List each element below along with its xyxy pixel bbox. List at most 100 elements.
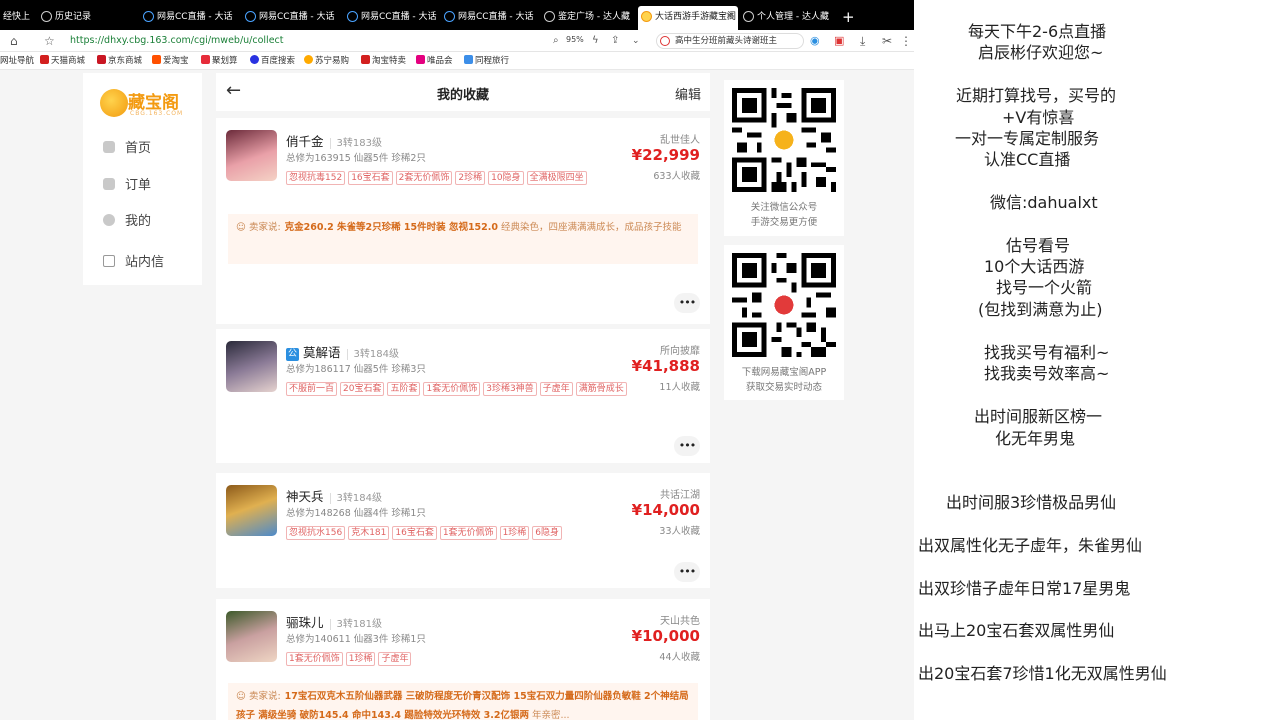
tab-bar: 经快上 历史记录 网易CC直播 - 大话 网易CC直播 - 大话 网易CC直播 … — [0, 0, 914, 30]
bookmark-label: 苏宁易购 — [315, 56, 350, 66]
character-avatar[interactable] — [226, 130, 277, 181]
bookmark-label: 淘宝特卖 — [372, 56, 407, 66]
favorite-count: 33人收藏 — [659, 526, 700, 537]
suning-icon — [304, 55, 313, 64]
bookmark-item[interactable]: 聚划算 — [201, 55, 238, 67]
more-options-button[interactable]: ••• — [674, 562, 700, 582]
tab-cc-4[interactable]: 网易CC直播 - 大话 — [441, 6, 539, 28]
zoom-level[interactable]: 95% — [566, 35, 584, 44]
character-avatar[interactable] — [226, 611, 277, 662]
character-stats: 总修为186117 仙器5件 珍稀3只 — [286, 364, 426, 375]
bookmark-item[interactable]: 网址导航 — [0, 55, 34, 67]
jd-icon — [97, 55, 106, 64]
favorite-count: 633人收藏 — [653, 171, 700, 182]
app-qr-code[interactable] — [732, 253, 836, 357]
overlay-line: 出双属性化无子虚年，朱雀男仙 — [918, 536, 1143, 555]
nav-item-orders[interactable]: 订单 — [103, 177, 151, 195]
app-qr-caption: 下载网易藏宝阁APP 获取交易实时动态 — [724, 365, 844, 395]
bookmark-label: 同程旅行 — [475, 56, 510, 66]
tab-appraisal[interactable]: 鉴定广场 - 达人藏 — [541, 6, 637, 28]
home-icon[interactable]: ⌂ — [10, 33, 18, 49]
lightning-icon[interactable]: ϟ — [592, 33, 599, 49]
tmall-icon — [40, 55, 49, 64]
tools-icon[interactable]: ✂ — [882, 33, 892, 49]
address-bar: ⌂ ☆ https://dhxy.cbg.163.com/cgi/mweb/u/… — [0, 30, 914, 52]
listing-card[interactable]: 骊珠儿 3转181级 总修为140611 仙器3件 珍稀1只 1套无价佩饰 1珍稀子… — [216, 599, 710, 720]
tag-list: 1套无价佩饰 1珍稀 子虚年 — [286, 647, 641, 670]
bookmark-label: 京东商城 — [108, 56, 143, 66]
more-options-button[interactable]: ••• — [674, 436, 700, 456]
tab-cc-1[interactable]: 网易CC直播 - 大话 — [140, 6, 238, 28]
bookmark-item[interactable]: 百度搜索 — [250, 55, 295, 67]
listing-card[interactable]: 神天兵 3转184级 总修为148268 仙器4件 珍稀1只 忽视抗水156 克木1… — [216, 473, 710, 588]
name-text: 莫解语 — [303, 345, 341, 360]
character-name[interactable]: 骊珠儿 3转181级 — [286, 612, 382, 631]
tab-cc-2[interactable]: 网易CC直播 - 大话 — [242, 6, 340, 28]
seller-note-label: ☺ 卖家说: — [236, 691, 281, 702]
character-name[interactable]: 神天兵 3转184级 — [286, 486, 382, 505]
seller-note: ☺ 卖家说: 克金260.2 朱雀等2只珍稀 15件时装 忽视152.0 经典染色… — [228, 214, 698, 264]
star-icon[interactable]: ☆ — [44, 33, 55, 49]
seller-note-highlight: 克金260.2 朱雀等2只珍稀 15件时装 忽视152.0 — [284, 222, 498, 233]
listing-card[interactable]: 公莫解语 3转184级 总修为186117 仙器5件 珍稀3只 不服前一百 20宝石… — [216, 329, 710, 463]
extension-icon[interactable]: ◉ — [810, 33, 820, 49]
url-field[interactable]: https://dhxy.cbg.163.com/cgi/mweb/u/coll… — [70, 34, 283, 48]
tag: 全满极限四坐 — [526, 171, 587, 185]
baidu-icon — [250, 55, 259, 64]
bookmark-item[interactable]: 京东商城 — [97, 55, 142, 67]
bookmark-label: 爱淘宝 — [163, 56, 189, 66]
official-badge-icon: 公 — [286, 348, 299, 361]
tab-cbg-active[interactable]: 大话西游手游藏宝阁 ✕ — [638, 6, 738, 30]
globe-icon — [444, 11, 455, 22]
bookmark-item[interactable]: 淘宝特卖 — [361, 55, 406, 67]
overlay-line: 出马上20宝石套双属性男仙 — [918, 621, 1115, 640]
bookmark-item[interactable]: 同程旅行 — [464, 55, 509, 67]
overlay-line: 认准CC直播 — [984, 150, 1071, 169]
character-name[interactable]: 俏千金 3转183级 — [286, 131, 382, 150]
tab-0[interactable]: 经快上 — [0, 6, 30, 28]
overlay-line: 化无年男鬼 — [995, 429, 1076, 448]
favorite-count: 11人收藏 — [659, 382, 700, 393]
search-icon[interactable]: ⌕ — [553, 33, 559, 49]
tab-history[interactable]: 历史记录 — [38, 6, 134, 28]
new-tab-button[interactable]: + — [842, 8, 855, 26]
tab-label: 鉴定广场 - 达人藏 — [558, 12, 630, 22]
cbg-icon — [641, 11, 652, 22]
extension-red-icon[interactable]: ▣ — [834, 33, 844, 49]
tag: 克木181 — [348, 526, 390, 540]
nav-item-messages[interactable]: 站内信 — [103, 254, 164, 272]
stream-overlay-panel: 每天下午2-6点直播 启辰彬仔欢迎您~ 近期打算找号，买号的 +V有惊喜 一对一… — [914, 0, 1280, 720]
nav-item-home[interactable]: 首页 — [103, 140, 151, 158]
tab-cc-3[interactable]: 网易CC直播 - 大话 — [344, 6, 442, 28]
tag: 1珍稀 — [499, 526, 530, 540]
browser-window: 经快上 历史记录 网易CC直播 - 大话 网易CC直播 - 大话 网易CC直播 … — [0, 0, 914, 720]
nav-item-mine[interactable]: 我的 — [103, 213, 151, 231]
menu-icon[interactable]: ⋮ — [900, 33, 912, 49]
more-options-button[interactable]: ••• — [674, 293, 700, 313]
bookmark-item[interactable]: 爱淘宝 — [152, 55, 189, 67]
chevron-down-icon[interactable]: ⌄ — [632, 33, 640, 49]
name-text: 骊珠儿 — [286, 615, 324, 630]
page-content: 藏宝阁 CBG.163.COM 首页 订单 我的 站内信 ← 我的收藏 编辑 俏… — [0, 71, 914, 720]
bookmark-item[interactable]: 苏宁易购 — [304, 55, 349, 67]
level-text: 3转184级 — [346, 349, 399, 360]
character-avatar[interactable] — [226, 485, 277, 536]
hot-search-box[interactable]: 高中生分班前藏头诗谢班主 — [656, 33, 804, 49]
download-icon[interactable]: ⤓ — [860, 33, 865, 49]
overlay-line: 出时间服新区榜一 — [974, 407, 1103, 426]
bookmark-item[interactable]: 唯品会 — [416, 55, 453, 67]
tab-profile[interactable]: 个人管理 - 达人藏 — [740, 6, 836, 28]
character-avatar[interactable] — [226, 341, 277, 392]
character-stats: 总修为148268 仙器4件 珍稀1只 — [286, 508, 426, 519]
seller-note-text: 年亲密... — [532, 710, 570, 720]
character-name[interactable]: 公莫解语 3转184级 — [286, 342, 399, 361]
wechat-qr-code[interactable] — [732, 88, 836, 192]
cbg-logo[interactable]: 藏宝阁 CBG.163.COM — [100, 87, 190, 121]
edit-button[interactable]: 编辑 — [675, 84, 701, 103]
tag: 16宝石套 — [348, 171, 393, 185]
close-icon[interactable]: ✕ — [726, 6, 734, 28]
bookmarks-bar: 网址导航 天猫商城 京东商城 爱淘宝 聚划算 百度搜索 苏宁易购 淘宝特卖 唯品… — [0, 52, 914, 70]
bookmark-item[interactable]: 天猫商城 — [40, 55, 85, 67]
listing-card[interactable]: 俏千金 3转183级 总修为163915 仙器5件 珍稀2只 忽视抗毒152 16宝… — [216, 118, 710, 324]
share-icon[interactable]: ⇪ — [611, 33, 619, 49]
